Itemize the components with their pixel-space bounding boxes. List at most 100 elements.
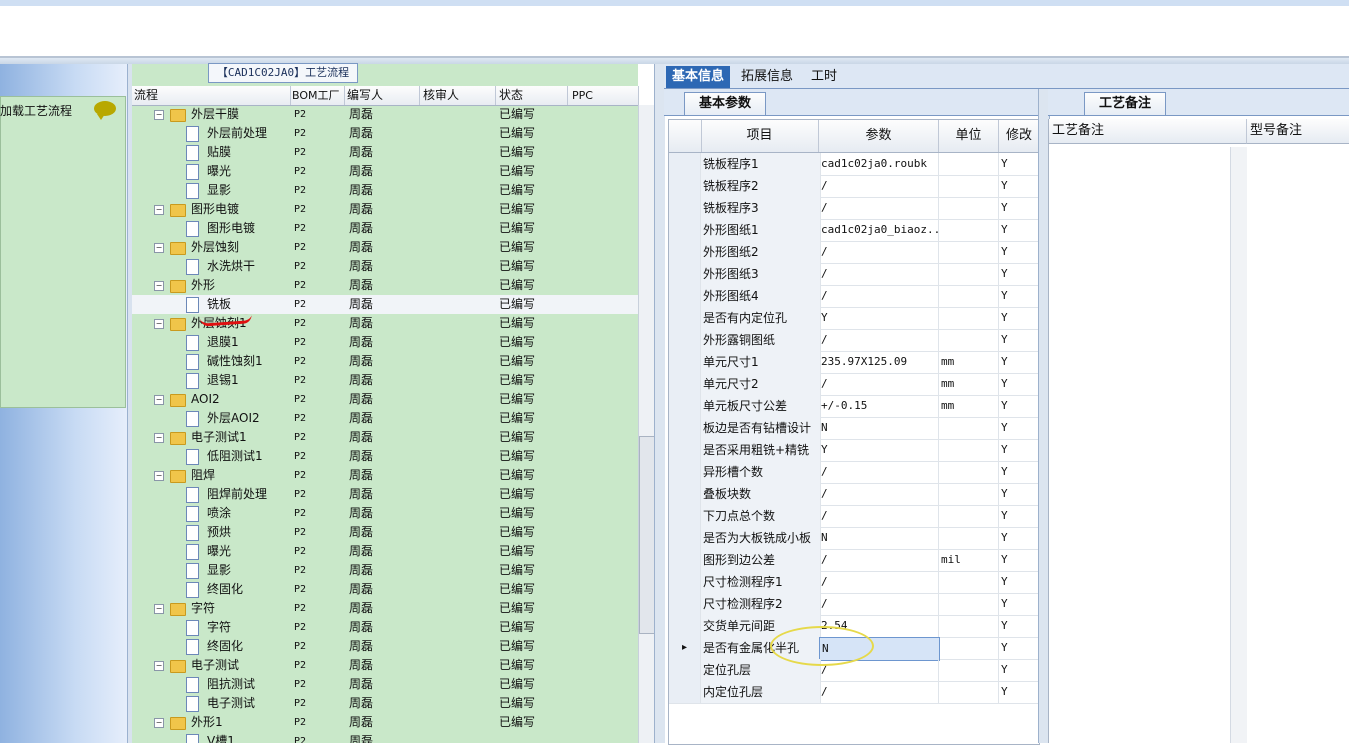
row-header[interactable] (669, 615, 701, 637)
row-header[interactable] (669, 439, 701, 461)
tree-group-row[interactable]: − 图形电镀 P2 周磊 已编写 (132, 200, 638, 219)
param-row[interactable]: 外形图纸4/ Y (669, 285, 1039, 308)
param-row[interactable]: 尺寸检测程序2/ Y (669, 593, 1039, 616)
notes-scrollbar[interactable] (1230, 147, 1247, 743)
col-modify[interactable]: 修改 (999, 120, 1039, 152)
param-row[interactable]: 板边是否有钻槽设计 N Y (669, 417, 1039, 440)
tree-group-row[interactable]: − 电子测试 P2 周磊 已编写 (132, 656, 638, 675)
row-header[interactable] (669, 329, 701, 351)
collapse-toggle-icon[interactable]: − (154, 471, 164, 481)
tree-step-row[interactable]: 碱性蚀刻1 P2 周磊 已编写 (132, 352, 638, 371)
row-header[interactable] (669, 549, 701, 571)
row-header[interactable] (669, 307, 701, 329)
row-header[interactable] (669, 219, 701, 241)
tree-step-row[interactable]: 图形电镀 P2 周磊 已编写 (132, 219, 638, 238)
param-value[interactable]: / (819, 483, 939, 505)
row-header[interactable] (669, 659, 701, 681)
param-row[interactable]: 异形槽个数 / Y (669, 461, 1039, 484)
param-value[interactable]: / (819, 571, 939, 593)
param-value[interactable]: / (819, 329, 939, 351)
tab-basic-params[interactable]: 基本参数 (684, 92, 767, 115)
tree-group-row[interactable]: − 外形 P2 周磊 已编写 (132, 276, 638, 295)
collapse-toggle-icon[interactable]: − (154, 395, 164, 405)
tab-work-hours[interactable]: 工时 (805, 66, 843, 88)
param-row[interactable]: 铣板程序1 cad1c02ja0.roubk Y (669, 153, 1039, 176)
param-row[interactable]: 下刀点总个数 / Y (669, 505, 1039, 528)
collapse-toggle-icon[interactable]: − (154, 110, 164, 120)
tree-step-row[interactable]: 退锡1 P2 周磊 已编写 (132, 371, 638, 390)
collapse-toggle-icon[interactable]: − (154, 243, 164, 253)
tree-step-row[interactable]: 外层前处理 P2 周磊 已编写 (132, 124, 638, 143)
row-header[interactable] (669, 285, 701, 307)
param-value[interactable]: / (819, 593, 939, 615)
param-value[interactable]: cad1c02ja0_biaoz... (819, 219, 939, 241)
collapse-toggle-icon[interactable]: − (154, 433, 164, 443)
tree-group-row[interactable]: − 字符 P2 周磊 已编写 (132, 599, 638, 618)
param-value[interactable]: / (819, 373, 939, 395)
param-row[interactable]: 叠板块数 / Y (669, 483, 1039, 506)
param-value[interactable]: Y (819, 439, 939, 461)
param-value[interactable]: / (819, 241, 939, 263)
tree-step-row[interactable]: 贴膜 P2 周磊 已编写 (132, 143, 638, 162)
tab-basic-info[interactable]: 基本信息 (666, 66, 731, 88)
tab-process-notes[interactable]: 工艺备注 (1084, 92, 1167, 115)
row-header[interactable] (669, 395, 701, 417)
tree-group-row[interactable]: − 电子测试1 P2 周磊 已编写 (132, 428, 638, 447)
tree-group-row[interactable]: − 外层干膜 P2 周磊 已编写 (132, 105, 638, 124)
flow-tab-title[interactable]: 【CAD1C02JA0】工艺流程 (208, 63, 358, 83)
param-row[interactable]: 图形到边公差 / mil Y (669, 549, 1039, 572)
tree-step-row[interactable]: 铣板 P2 周磊 已编写 (132, 295, 638, 314)
param-value[interactable]: / (819, 549, 939, 571)
col-unit[interactable]: 单位 (939, 120, 999, 152)
param-row[interactable]: 单元尺寸2/mm Y (669, 373, 1039, 396)
load-flow-link[interactable]: 加载工艺流程 (0, 102, 72, 119)
row-header[interactable] (669, 527, 701, 549)
param-row[interactable]: 外形图纸3/ Y (669, 263, 1039, 286)
col-writer[interactable]: 编写人 (345, 86, 420, 105)
col-flow[interactable]: 流程 (132, 86, 291, 105)
row-header[interactable] (669, 241, 701, 263)
tree-step-row[interactable]: 曝光 P2 周磊 已编写 (132, 162, 638, 181)
param-value[interactable]: / (819, 175, 939, 197)
param-row[interactable]: 单元尺寸1 235.97X125.09 mm Y (669, 351, 1039, 374)
tab-extended-info[interactable]: 拓展信息 (735, 66, 799, 88)
tree-step-row[interactable]: 水洗烘干 P2 周磊 已编写 (132, 257, 638, 276)
col-bom-factory[interactable]: BOM工厂 (290, 86, 345, 105)
row-header[interactable] (669, 153, 701, 175)
row-header[interactable] (669, 681, 701, 703)
flow-scroll-thumb[interactable] (639, 436, 655, 634)
param-row[interactable]: 单元板尺寸公差 +/-0.15 mm Y (669, 395, 1039, 418)
chat-bubble-icon[interactable] (94, 101, 116, 120)
param-row[interactable]: 外形图纸2/ Y (669, 241, 1039, 264)
col-process-notes[interactable]: 工艺备注 (1049, 119, 1247, 144)
param-row[interactable]: 外形露铜图纸 / Y (669, 329, 1039, 352)
collapse-toggle-icon[interactable]: − (154, 319, 164, 329)
flow-vertical-scrollbar[interactable] (638, 105, 655, 743)
col-param[interactable]: 参数 (819, 120, 939, 152)
tree-group-row[interactable]: − AOI2 P2 周磊 已编写 (132, 390, 638, 409)
param-value[interactable]: / (819, 197, 939, 219)
tree-step-row[interactable]: 预烘 P2 周磊 已编写 (132, 523, 638, 542)
row-header[interactable] (669, 417, 701, 439)
tree-group-row[interactable]: − 外层蚀刻 P2 周磊 已编写 (132, 238, 638, 257)
tree-step-row[interactable]: 显影 P2 周磊 已编写 (132, 181, 638, 200)
col-reviewer[interactable]: 核审人 (421, 86, 496, 105)
param-row[interactable]: 尺寸检测程序1/ Y (669, 571, 1039, 594)
param-row[interactable]: 铣板程序3/ Y (669, 197, 1039, 220)
collapse-toggle-icon[interactable]: − (154, 205, 164, 215)
row-header[interactable] (669, 197, 701, 219)
tree-step-row[interactable]: 阻焊前处理 P2 周磊 已编写 (132, 485, 638, 504)
tree-step-row[interactable]: 低阻测试1 P2 周磊 已编写 (132, 447, 638, 466)
tree-step-row[interactable]: 喷涂 P2 周磊 已编写 (132, 504, 638, 523)
tree-step-row[interactable]: 曝光 P2 周磊 已编写 (132, 542, 638, 561)
tree-step-row[interactable]: 终固化 P2 周磊 已编写 (132, 637, 638, 656)
param-row[interactable]: 铣板程序2/ Y (669, 175, 1039, 198)
collapse-toggle-icon[interactable]: − (154, 281, 164, 291)
param-value[interactable]: 235.97X125.09 (819, 351, 939, 373)
row-header[interactable] (669, 373, 701, 395)
row-header[interactable] (669, 263, 701, 285)
tree-step-row[interactable]: 外层AOI2 P2 周磊 已编写 (132, 409, 638, 428)
param-value[interactable]: Y (819, 307, 939, 329)
row-header[interactable] (669, 505, 701, 527)
param-value[interactable]: / (819, 285, 939, 307)
